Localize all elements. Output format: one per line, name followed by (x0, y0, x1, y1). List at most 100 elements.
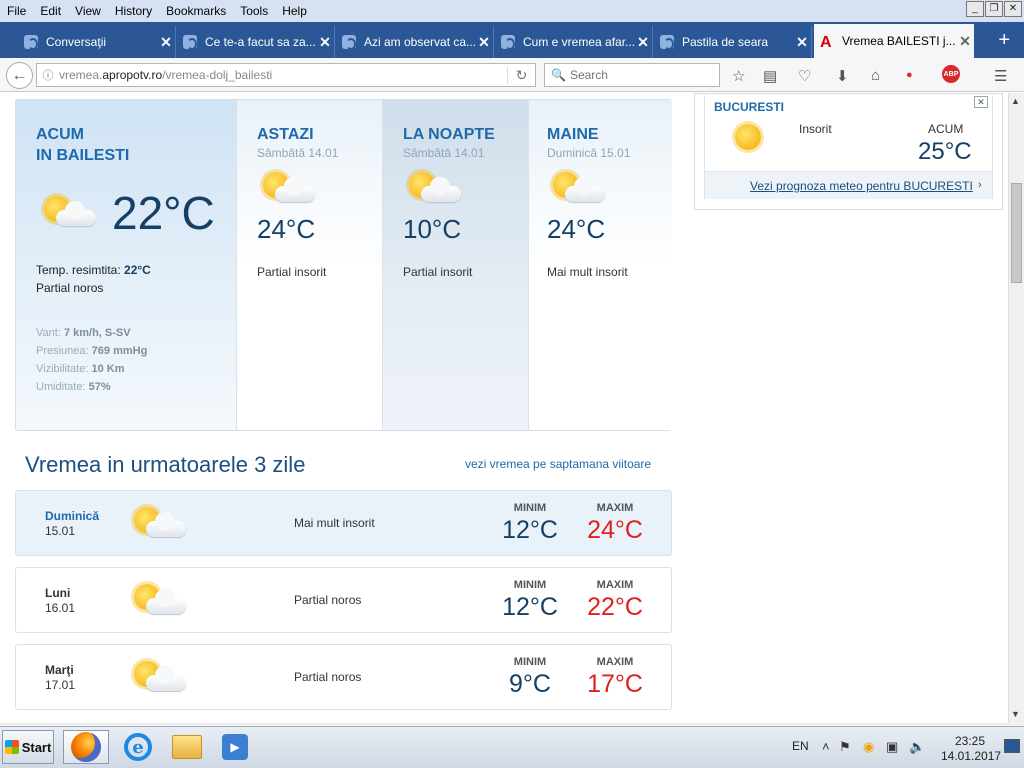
menu-file[interactable]: File (0, 4, 33, 18)
day-name: Luni (45, 586, 71, 600)
tab-label: Cum e vremea afar... (523, 35, 634, 49)
show-hidden-icons-chevron-icon[interactable]: ˄ (822, 739, 830, 754)
folder-icon (172, 735, 202, 759)
period-description: Mai mult insorit (547, 265, 628, 279)
window-controls: _ ❐ ✕ (966, 1, 1022, 17)
next-week-link[interactable]: vezi vremea pe saptamana viitoare (465, 457, 651, 471)
city-forecast-link[interactable]: Vezi prognoza meteo pentru BUCURESTI (750, 179, 973, 193)
taskbar-explorer[interactable] (164, 730, 210, 764)
tab-vremea-bailesti[interactable]: A Vremea BAILESTI j... ✕ (814, 24, 974, 58)
show-desktop-button[interactable] (1004, 739, 1020, 753)
period-date: Duminică 15.01 (547, 146, 631, 160)
scrollbar-thumb[interactable] (1011, 183, 1022, 283)
menu-view[interactable]: View (68, 4, 108, 18)
visibility-detail: Vizibilitate: 10 Km (36, 363, 125, 375)
close-icon[interactable]: ✕ (974, 96, 988, 108)
day-name: Duminică (45, 509, 100, 523)
now-title-line2: IN BAILESTI (36, 147, 130, 164)
sun-cloud-icon (128, 503, 188, 547)
firefox-icon (71, 732, 101, 762)
period-temperature: 10°C (403, 214, 462, 244)
side-now-label: ACUM (928, 122, 964, 136)
now-title: ACUM IN BAILESTI (36, 124, 129, 166)
period-description: Partial insorit (403, 265, 473, 279)
close-tab-icon[interactable]: ✕ (793, 34, 811, 51)
close-tab-icon[interactable]: ✕ (157, 34, 175, 51)
tab-ce-te-a-facut[interactable]: Ce te-a facut sa za... ✕ (177, 26, 335, 58)
wind-detail: Vant: 7 km/h, S-SV (36, 327, 131, 339)
menu-help[interactable]: Help (275, 4, 314, 18)
close-window-button[interactable]: ✕ (1004, 1, 1022, 17)
max-temperature: 17°C (587, 670, 643, 698)
forecast-row[interactable]: Duminică 15.01 Mai mult insorit MINIM MA… (15, 490, 672, 556)
day-name: Marţi (45, 663, 74, 677)
menu-bookmarks[interactable]: Bookmarks (159, 4, 233, 18)
search-input[interactable] (569, 68, 710, 82)
download-icon[interactable]: ⬇ (836, 67, 849, 85)
sun-icon (729, 120, 789, 164)
humidity-detail: Umiditate: 57% (36, 381, 111, 393)
tab-label: Conversaţii (46, 35, 107, 49)
period-title: ASTAZI (257, 126, 314, 143)
bookmark-star-icon[interactable]: ☆ (732, 67, 745, 85)
page-content: ACUM IN BAILESTI 22°C Temp. resimtita: 2… (0, 93, 1008, 723)
forecast-row[interactable]: Luni 16.01 Partial noros MINIM MAXIM 12°… (15, 567, 672, 633)
clock-time[interactable]: 23:25 (955, 734, 985, 748)
pressure-detail: Presiunea: 769 mmHg (36, 345, 148, 357)
media-player-icon: ▶ (222, 734, 248, 760)
search-bar[interactable]: 🔍 (544, 63, 720, 87)
min-label: MINIM (513, 502, 547, 514)
clock-date[interactable]: 14.01.2017 (941, 749, 1001, 763)
vertical-scrollbar[interactable]: ▲ ▼ (1008, 93, 1024, 723)
search-icon: 🔍 (551, 68, 566, 82)
scroll-up-icon[interactable]: ▲ (1011, 96, 1020, 106)
addon-icon[interactable]: ● (906, 69, 913, 81)
max-label: MAXIM (596, 502, 634, 514)
reading-list-icon[interactable]: ▤ (763, 67, 777, 85)
taskbar-firefox[interactable] (63, 730, 109, 764)
sun-cloud-icon (547, 168, 607, 212)
network-icon[interactable]: ▣ (886, 739, 898, 755)
hamburger-menu-icon[interactable]: ☰ (994, 67, 1007, 85)
reload-icon[interactable]: ↻ (507, 66, 535, 84)
action-center-flag-icon[interactable]: ⚑ (839, 739, 851, 755)
period-tomorrow: MAINE Duminică 15.01 24°C Mai mult insor… (528, 100, 672, 430)
max-temperature: 22°C (587, 593, 643, 621)
tab-cum-e-vremea[interactable]: Cum e vremea afar... ✕ (495, 26, 653, 58)
new-tab-plus-icon[interactable]: + (998, 30, 1010, 50)
url-bar[interactable]: ⓘ vremea.apropotv.ro/vremea-dolj_bailest… (36, 63, 536, 87)
period-title: LA NOAPTE (403, 126, 495, 143)
day-description: Partial noros (294, 593, 362, 607)
menu-history[interactable]: History (108, 4, 159, 18)
pocket-icon[interactable]: ♡ (798, 67, 811, 85)
back-arrow-icon[interactable]: ← (6, 62, 33, 89)
close-tab-icon[interactable]: ✕ (956, 33, 974, 50)
tab-conversatii[interactable]: Conversaţii ✕ (18, 26, 176, 58)
volume-icon[interactable]: 🔈 (909, 739, 925, 755)
start-button[interactable]: Start (2, 730, 54, 764)
tab-label: Azi am observat ca... (364, 35, 475, 49)
close-tab-icon[interactable]: ✕ (316, 34, 334, 51)
avast-icon[interactable]: ◉ (863, 739, 874, 755)
taskbar-media-player[interactable]: ▶ (212, 730, 258, 764)
restore-button[interactable]: ❐ (985, 1, 1003, 17)
tab-pastila-de-seara[interactable]: Pastila de seara ✕ (654, 26, 812, 58)
taskbar-internet-explorer[interactable]: e (115, 730, 161, 764)
now-description: Partial noros (36, 281, 104, 295)
menu-edit[interactable]: Edit (33, 4, 68, 18)
minimize-button[interactable]: _ (966, 1, 984, 17)
close-tab-icon[interactable]: ✕ (634, 34, 652, 51)
home-icon[interactable]: ⌂ (871, 67, 880, 84)
info-icon[interactable]: ⓘ (37, 67, 59, 83)
adblock-icon[interactable]: ABP (942, 65, 960, 83)
menu-tools[interactable]: Tools (233, 4, 275, 18)
language-indicator[interactable]: EN (792, 739, 809, 753)
close-tab-icon[interactable]: ✕ (475, 34, 493, 51)
scroll-down-icon[interactable]: ▼ (1011, 709, 1020, 719)
sun-cloud-icon (128, 580, 188, 624)
tab-azi-am-observat[interactable]: Azi am observat ca... ✕ (336, 26, 494, 58)
url-text[interactable]: vremea.apropotv.ro/vremea-dolj_bailesti (59, 68, 507, 82)
tab-favicon-icon (342, 35, 356, 50)
period-temperature: 24°C (547, 214, 606, 244)
forecast-row[interactable]: Marţi 17.01 Partial noros MINIM MAXIM 9°… (15, 644, 672, 710)
